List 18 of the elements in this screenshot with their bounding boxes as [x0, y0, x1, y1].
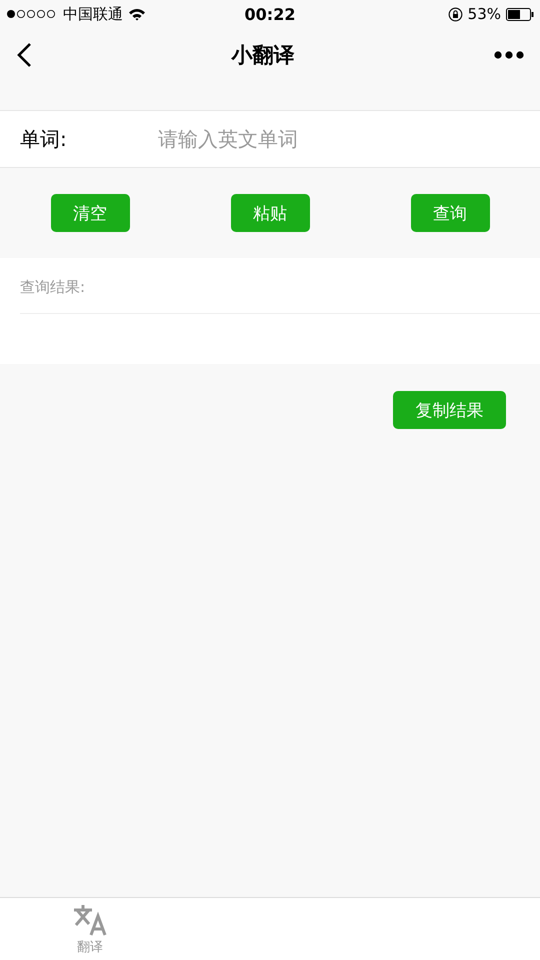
wifi-icon [128, 8, 146, 20]
signal-icon [6, 9, 58, 19]
word-label: 单词: [0, 111, 158, 167]
battery-percent: 53% [468, 5, 501, 23]
carrier-name: 中国联通 [63, 4, 123, 24]
word-input[interactable]: 请输入英文单词 [158, 111, 540, 167]
translate-icon [72, 904, 108, 936]
back-icon [16, 42, 32, 68]
copy-result-button[interactable]: 复制结果 [393, 391, 506, 429]
rotation-lock-icon [448, 6, 463, 22]
action-button[interactable]: 清空 [50, 194, 130, 232]
status-time: 00:22 [244, 4, 296, 24]
page-title: 小翻译 [232, 42, 294, 69]
more-icon [494, 51, 524, 59]
result-label: 查询结果: [20, 258, 540, 314]
action-button[interactable]: 粘贴 [230, 194, 310, 232]
action-button[interactable]: 查询 [410, 194, 490, 232]
battery-icon [506, 8, 534, 20]
